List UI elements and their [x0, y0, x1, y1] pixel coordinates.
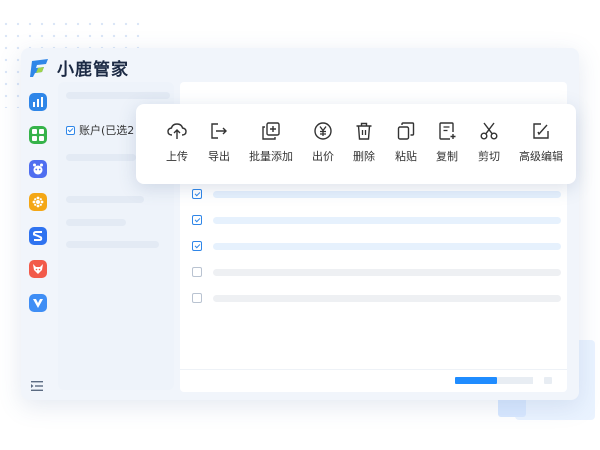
paste-button[interactable]: 粘贴	[395, 122, 417, 164]
yuan-icon	[314, 122, 332, 140]
advanced-edit-icon	[533, 123, 549, 139]
bid-button[interactable]: 出价	[312, 122, 334, 164]
table-row[interactable]	[192, 293, 561, 303]
batch-add-icon	[262, 122, 280, 140]
account-checkbox-label: 账户(已选2	[79, 124, 135, 137]
advanced-edit-label: 高级编辑	[519, 150, 563, 163]
table-row[interactable]	[192, 241, 561, 251]
row-checkbox[interactable]	[192, 241, 202, 251]
row-placeholder	[213, 190, 561, 198]
export-button[interactable]: 导出	[208, 122, 230, 164]
copy-label: 复制	[436, 150, 458, 163]
grid-icon[interactable]	[29, 126, 47, 144]
mascot-icon[interactable]	[29, 160, 47, 178]
batch-add-label: 批量添加	[249, 150, 293, 163]
s-logo-icon[interactable]	[29, 227, 47, 245]
collapse-menu-icon[interactable]	[31, 376, 43, 395]
app-window: 小鹿管家 账户(已选2	[21, 48, 579, 400]
footer-divider	[180, 369, 567, 370]
pagination-track[interactable]	[497, 377, 533, 384]
placeholder-bar	[66, 241, 159, 248]
placeholder-bar	[66, 92, 170, 99]
copy-icon	[439, 122, 456, 140]
fox-icon[interactable]	[29, 260, 47, 278]
pagination-next[interactable]	[544, 377, 552, 384]
flower-icon[interactable]	[29, 193, 47, 211]
upload-label: 上传	[166, 150, 188, 163]
row-placeholder	[213, 294, 561, 302]
row-placeholder	[213, 216, 561, 224]
row-checkbox[interactable]	[192, 189, 202, 199]
paste-icon	[397, 122, 415, 140]
checkbox[interactable]	[66, 125, 75, 135]
chart-icon[interactable]	[29, 93, 47, 111]
account-select-checkbox[interactable]: 账户(已选2	[66, 122, 134, 138]
table-row[interactable]	[192, 267, 561, 277]
table-row[interactable]	[192, 189, 561, 199]
cut-label: 剪切	[478, 150, 500, 163]
batch-add-button[interactable]: 批量添加	[249, 122, 293, 164]
cut-button[interactable]: 剪切	[478, 122, 500, 164]
placeholder-bar	[66, 219, 126, 226]
row-checkbox[interactable]	[192, 267, 202, 277]
deer-logo-icon	[30, 58, 48, 77]
bid-label: 出价	[312, 150, 334, 163]
advanced-edit-button[interactable]: 高级编辑	[519, 122, 563, 164]
row-checkbox[interactable]	[192, 215, 202, 225]
copy-button[interactable]: 复制	[436, 122, 458, 164]
row-placeholder	[213, 242, 561, 250]
delete-label: 删除	[353, 150, 375, 163]
paste-label: 粘贴	[395, 150, 417, 163]
export-icon	[211, 123, 227, 139]
v-logo-icon[interactable]	[29, 294, 47, 312]
pagination-active[interactable]	[455, 377, 497, 384]
export-label: 导出	[208, 150, 230, 163]
trash-icon	[356, 122, 372, 140]
row-checkbox[interactable]	[192, 293, 202, 303]
app-title: 小鹿管家	[57, 60, 129, 80]
table-row[interactable]	[192, 215, 561, 225]
upload-icon	[167, 123, 187, 139]
scissors-icon	[480, 122, 498, 140]
placeholder-bar	[66, 154, 136, 161]
app-logo: 小鹿管家	[29, 55, 129, 80]
row-placeholder	[213, 268, 561, 276]
placeholder-bar	[66, 196, 144, 203]
delete-button[interactable]: 删除	[353, 122, 375, 164]
upload-button[interactable]: 上传	[166, 122, 188, 164]
action-toolbar: 上传 导出 批量添加 出价 删除 粘贴 复制 剪切 高级编辑	[136, 104, 576, 184]
